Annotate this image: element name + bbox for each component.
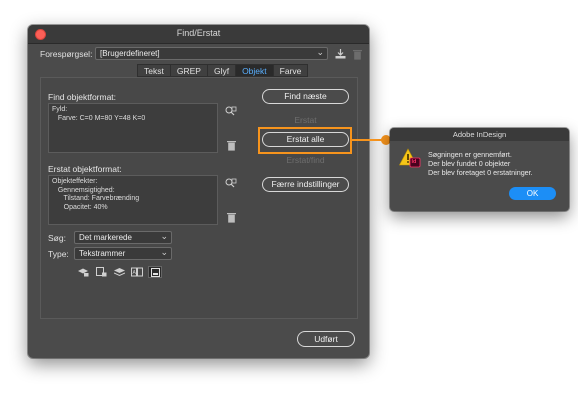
dialog-titlebar: Find/Erstat [28,25,369,44]
search-dropdown[interactable]: Det markerede ⌄ [74,231,172,244]
chevron-down-icon: ⌄ [160,247,168,257]
replace-format-line: Opacitet: 40% [52,203,108,211]
dialog-title: Find/Erstat [176,28,221,38]
replace-format-title: Erstat objektformat: [48,164,122,174]
find-next-button[interactable]: Find næste [262,89,349,104]
clear-find-format-icon[interactable] [227,140,236,154]
clear-replace-format-icon[interactable] [227,212,236,226]
find-replace-dialog: Find/Erstat Forespørgsel: [Brugerdefiner… [28,25,369,358]
svg-text:A: A [133,270,137,276]
find-format-line: Fyld: [52,106,68,113]
trash-icon [353,49,362,63]
specify-find-format-icon[interactable] [225,106,237,120]
footnotes-icon[interactable] [148,266,162,278]
chevron-down-icon: ⌄ [316,47,324,57]
locked-items-icon[interactable] [94,266,108,278]
locked-layers-icon[interactable] [76,266,90,278]
query-label: Forespørgsel: [40,49,93,59]
type-dropdown[interactable]: Tekstrammer ⌄ [74,247,172,260]
query-value: [Brugerdefineret] [100,49,160,58]
options-panel: Find objektformat: Fyld: Farve: C=0 M=80… [40,77,358,319]
search-options-icons: A [76,266,162,278]
master-pages-icon[interactable]: A [130,266,144,278]
save-query-icon[interactable] [335,49,346,62]
type-label: Type: [48,249,69,259]
chevron-down-icon: ⌄ [160,231,168,241]
tab-object[interactable]: Objekt [235,64,274,77]
alert-message: Søgningen er gennemført. Der blev fundet… [428,150,533,177]
replace-all-highlight [258,127,352,154]
tab-color[interactable]: Farve [272,64,309,77]
fewer-options-button[interactable]: Færre indstillinger [262,177,349,192]
find-format-title: Find objektformat: [48,92,117,102]
warning-icon: Id [399,148,421,168]
alert-dialog: Adobe InDesign Id Søgningen er gennemfør… [390,128,569,211]
tab-grep[interactable]: GREP [169,64,208,77]
tab-glyph[interactable]: Glyf [206,64,237,77]
tab-text[interactable]: Tekst [137,64,171,77]
app-badge: Id [411,159,417,166]
alert-message-line: Der blev fundet 0 objekter [428,159,511,168]
replace-format-line: Gennemsigtighed: [52,186,115,194]
done-button[interactable]: Udført [297,331,355,347]
type-value: Tekstrammer [79,249,126,258]
hidden-layers-icon[interactable] [112,266,126,278]
alert-message-line: Søgningen er gennemført. [428,150,512,159]
replace-format-line: Tilstand: Farvebrænding [52,195,140,202]
replace-button[interactable]: Erstat [262,115,349,125]
query-dropdown[interactable]: [Brugerdefineret] ⌄ [95,47,328,60]
ok-button[interactable]: OK [509,187,556,200]
search-label: Søg: [48,233,66,243]
tab-bar: Tekst GREP Glyf Objekt Farve [137,64,309,77]
alert-message-line: Der blev foretaget 0 erstatninger. [428,168,533,177]
replace-format-box[interactable]: Objekteffekter: Gennemsigtighed: Tilstan… [48,175,218,225]
replace-find-button[interactable]: Erstat/find [262,155,349,165]
replace-format-line: Objekteffekter: [52,178,98,185]
find-format-line: Farve: C=0 M=80 Y=48 K=0 [52,114,146,122]
find-format-box[interactable]: Fyld: Farve: C=0 M=80 Y=48 K=0 [48,103,218,153]
alert-title: Adobe InDesign [390,128,569,141]
search-value: Det markerede [79,233,132,242]
specify-replace-format-icon[interactable] [225,178,237,192]
